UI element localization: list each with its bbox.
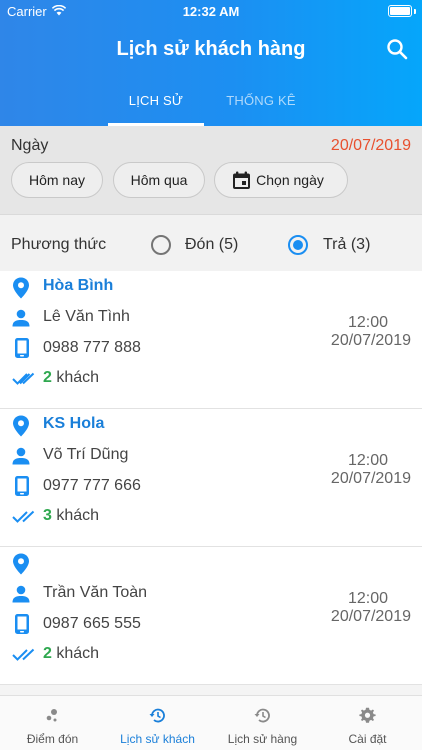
- record-date: 20/07/2019: [330, 470, 411, 487]
- double-check-icon: [12, 510, 35, 523]
- nav-label: Lịch sử hàng: [227, 732, 298, 746]
- app-header: Carrier 12:32 AM Lịch sử khách hàng LỊCH…: [0, 0, 422, 126]
- status-bar: Carrier 12:32 AM: [0, 0, 422, 22]
- guest-count: 3 khách: [43, 507, 99, 525]
- pick-date-button[interactable]: Chọn ngày: [214, 162, 348, 198]
- phone-icon: [15, 338, 29, 358]
- nav-pickup-points[interactable]: Điểm đón: [0, 696, 105, 750]
- bottom-nav: Điểm đón Lịch sử khách Lịch sử hàng Cài …: [0, 695, 422, 750]
- record-time: 12:00: [347, 590, 388, 607]
- record-time: 12:00: [347, 452, 388, 469]
- person-icon: [12, 309, 30, 327]
- nav-label: Điểm đón: [26, 732, 79, 746]
- radio-pickup-label[interactable]: Đón (5): [185, 236, 238, 254]
- app-screen: Carrier 12:32 AM Lịch sử khách hàng LỊCH…: [0, 0, 422, 750]
- method-label: Phương thức: [11, 236, 107, 253]
- guest-count: 2 khách: [43, 645, 99, 663]
- guest-count-suffix: khách: [51, 507, 100, 524]
- date-filter: Ngày 20/07/2019 Hôm nay Hôm qua Chọn ngà…: [0, 126, 422, 214]
- location-pin-icon: [13, 553, 29, 575]
- nav-label: Cài đặt: [348, 732, 387, 746]
- customer-name: Lê Văn Tình: [43, 308, 130, 325]
- location-name: Hòa Bình: [43, 277, 114, 294]
- record-date: 20/07/2019: [330, 608, 411, 625]
- method-filter: Phương thức Đón (5) Trả (3): [0, 214, 422, 271]
- pickup-dots-icon: [46, 709, 57, 722]
- battery-icon: [388, 5, 412, 17]
- customer-phone[interactable]: 0977 777 666: [43, 477, 141, 495]
- list-item[interactable]: Hòa Bình Lê Văn Tình 0988 777 888 2 khác…: [0, 271, 422, 409]
- nav-settings[interactable]: Cài đặt: [315, 696, 420, 750]
- location-pin-icon: [13, 415, 29, 437]
- today-button[interactable]: Hôm nay: [11, 162, 103, 198]
- calendar-icon: [233, 171, 250, 189]
- pick-date-label: Chọn ngày: [256, 172, 324, 188]
- customer-phone[interactable]: 0987 665 555: [43, 615, 141, 633]
- guest-count-number: 3: [43, 507, 52, 524]
- search-icon[interactable]: [386, 38, 408, 60]
- history-icon: [254, 708, 270, 723]
- tab-history[interactable]: LỊCH SỬ: [108, 84, 204, 126]
- battery-tip: [414, 9, 416, 14]
- history-icon: [149, 708, 165, 723]
- date-label: Ngày: [11, 137, 49, 154]
- gear-icon: [359, 707, 376, 723]
- history-list: Hòa Bình Lê Văn Tình 0988 777 888 2 khác…: [0, 271, 422, 695]
- yesterday-button[interactable]: Hôm qua: [113, 162, 205, 198]
- phone-icon: [15, 476, 29, 496]
- nav-label: Lịch sử khách: [120, 732, 195, 746]
- person-icon: [12, 447, 30, 465]
- guest-count-suffix: khách: [51, 369, 100, 386]
- radio-dropoff-label[interactable]: Trả (3): [323, 236, 370, 254]
- person-icon: [12, 585, 30, 603]
- nav-goods-history[interactable]: Lịch sử hàng: [210, 696, 315, 750]
- record-date: 20/07/2019: [330, 332, 411, 349]
- guest-count-number: 2: [43, 645, 52, 662]
- double-check-icon: [12, 372, 35, 385]
- selected-date: 20/07/2019: [330, 137, 411, 154]
- guest-count-suffix: khách: [51, 645, 100, 662]
- tab-bar: LỊCH SỬ THỐNG KÊ: [0, 84, 422, 126]
- radio-dropoff[interactable]: [288, 235, 308, 255]
- guest-count: 2 khách: [43, 369, 99, 387]
- status-time: 12:32 AM: [182, 4, 240, 19]
- guest-count-number: 2: [43, 369, 52, 386]
- customer-name: Võ Trí Dũng: [43, 446, 129, 463]
- record-time: 12:00: [347, 314, 388, 331]
- list-item[interactable]: KS Hola Võ Trí Dũng 0977 777 666 3 khách…: [0, 409, 422, 547]
- location-name: KS Hola: [43, 415, 105, 432]
- double-check-icon: [12, 648, 35, 661]
- radio-pickup[interactable]: [151, 235, 171, 255]
- page-title: Lịch sử khách hàng: [116, 38, 306, 60]
- nav-customer-history[interactable]: Lịch sử khách: [105, 696, 210, 750]
- customer-phone[interactable]: 0988 777 888: [43, 339, 141, 357]
- list-item[interactable]: Trần Văn Toàn 0987 665 555 2 khách 12:00…: [0, 547, 422, 685]
- tab-statistics[interactable]: THỐNG KÊ: [213, 84, 309, 126]
- customer-name: Trần Văn Toàn: [43, 584, 148, 601]
- phone-icon: [15, 614, 29, 634]
- location-pin-icon: [13, 277, 29, 299]
